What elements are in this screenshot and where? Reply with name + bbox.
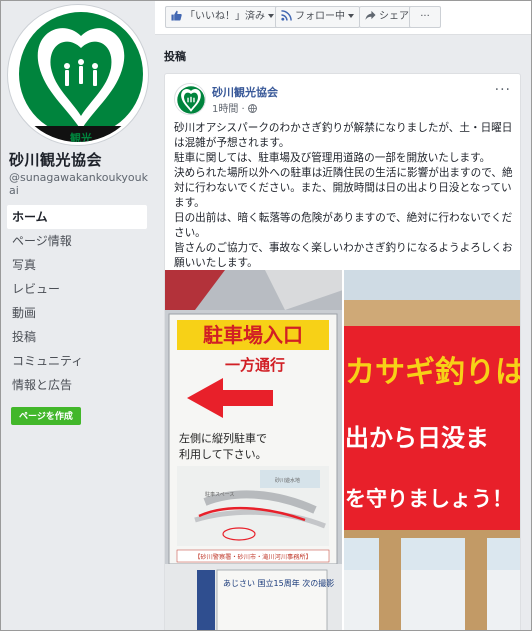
- page-nav: ホーム ページ情報 写真 レビュー 動画 投稿 コミュニティ 情報と広告: [7, 205, 147, 397]
- post-paragraph: 砂川オアシスパークのわかさぎ釣りが解禁になりましたが、土・日曜日は混雑が予想され…: [174, 122, 513, 149]
- follow-label: フォロー中: [295, 11, 345, 22]
- sign-sub: 一方通行: [225, 356, 285, 374]
- follow-button[interactable]: フォロー中: [275, 6, 360, 28]
- post-options-icon[interactable]: ···: [495, 82, 511, 98]
- page-title: 砂川観光協会: [9, 151, 103, 169]
- map-label-reservoir: 砂川遊水地: [275, 477, 300, 484]
- left-sidebar: 観光 砂川観光協会 @sunagawakankoukyoukai ホーム ページ…: [1, 1, 155, 630]
- post-time: 1時間 ·: [212, 104, 245, 115]
- globe-icon: [248, 104, 257, 113]
- post-paragraph: 皆さんのご協力で、事故なく楽しいわかさぎ釣りになるようよろしくお願いいたします。: [174, 242, 513, 269]
- sign-text-2: 利用して下さい。: [179, 448, 267, 461]
- right-sign-line-3: を守りましょう！: [345, 487, 513, 511]
- rss-icon: [281, 10, 292, 21]
- share-button[interactable]: シェア: [359, 6, 415, 28]
- post-photo[interactable]: 駐車場入口 一方通行 左側に縦列駐車で 利用して下さい。 駐車スペース 砂川遊水…: [165, 270, 521, 630]
- right-sign-line-1: カサギ釣りは: [345, 355, 521, 390]
- page-handle[interactable]: @sunagawakankoukyoukai: [9, 171, 149, 197]
- chevron-down-icon: [348, 14, 354, 18]
- post-paragraph: 決められた場所以外への駐車は近隣住民の生活に影響が出ますので、絶対に行わないでく…: [174, 167, 513, 209]
- svg-text:観光: 観光: [70, 131, 92, 145]
- nav-item-about[interactable]: ページ情報: [7, 229, 147, 253]
- nav-item-photos[interactable]: 写真: [7, 253, 147, 277]
- map-label-parking: 駐車スペース: [205, 491, 234, 498]
- like-label: 「いいね！」済み: [185, 11, 265, 22]
- page-action-bar: 「いいね！」済み フォロー中 シェア ···: [155, 1, 531, 35]
- sign-text-1: 左側に縦列駐車で: [179, 431, 267, 445]
- post-timestamp[interactable]: 1時間 ·: [212, 100, 257, 115]
- like-button[interactable]: 「いいね！」済み: [165, 6, 280, 28]
- post-card: 砂川観光協会 1時間 · ··· 砂川オアシスパークのわかさぎ釣りが解禁になりま…: [164, 73, 521, 630]
- share-icon: [365, 10, 376, 20]
- nav-item-info-ads[interactable]: 情報と広告: [7, 373, 147, 397]
- nav-item-reviews[interactable]: レビュー: [7, 277, 147, 301]
- post-paragraph: 日の出前は、暗く転落等の危険がありますので、絶対に行わないでください。: [174, 212, 513, 239]
- post-body: 砂川オアシスパークのわかさぎ釣りが解禁になりましたが、土・日曜日は混雑が予想され…: [174, 121, 516, 271]
- sign-title: 駐車場入口: [203, 323, 303, 347]
- logo-icon: 観光: [11, 8, 145, 145]
- nav-item-videos[interactable]: 動画: [7, 301, 147, 325]
- posts-heading: 投稿: [164, 50, 186, 63]
- nav-item-home[interactable]: ホーム: [7, 205, 147, 229]
- thumbs-up-icon: [171, 10, 182, 21]
- post-author-avatar[interactable]: [174, 83, 206, 115]
- app-window: 観光 砂川観光協会 @sunagawakankoukyoukai ホーム ページ…: [0, 0, 532, 631]
- post-author-name[interactable]: 砂川観光協会: [212, 84, 278, 100]
- post-paragraph: 駐車に関しては、駐車場及び管理用道路の一部を開放いたします。: [174, 152, 491, 164]
- photo-collage: 駐車場入口 一方通行 左側に縦列駐車で 利用して下さい。 駐車スペース 砂川遊水…: [165, 270, 521, 630]
- more-button[interactable]: ···: [409, 6, 441, 28]
- sign-footer: 【砂川警察署・砂川市・滝川河川事務所】: [194, 553, 312, 561]
- nav-item-posts[interactable]: 投稿: [7, 325, 147, 349]
- create-page-button[interactable]: ページを作成: [11, 407, 81, 425]
- nav-item-community[interactable]: コミュニティ: [7, 349, 147, 373]
- posts-section-header: 投稿: [155, 35, 527, 65]
- share-label: シェア: [379, 11, 409, 22]
- right-sign-line-2: 出から日没ま: [345, 424, 489, 452]
- page-avatar[interactable]: 観光: [8, 5, 148, 145]
- lower-sign-text: あじさい 国立15周年 次の撮影: [223, 578, 334, 588]
- logo-icon: [175, 84, 205, 114]
- chevron-down-icon: [268, 14, 274, 18]
